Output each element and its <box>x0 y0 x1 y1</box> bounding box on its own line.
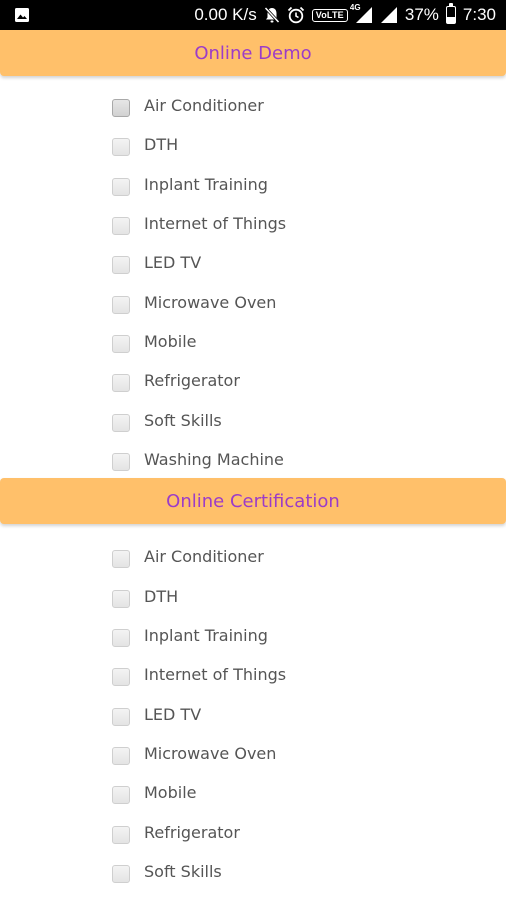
checkbox-row-inplant-training[interactable]: Inplant Training <box>112 172 268 196</box>
checkbox-row-internet-of-things[interactable]: Internet of Things <box>112 662 286 686</box>
clock: 7:30 <box>462 5 496 24</box>
network-type-label: 4G <box>349 3 361 12</box>
checkbox[interactable] <box>112 864 130 883</box>
checkbox[interactable] <box>112 334 130 353</box>
checkbox-label: Air Conditioner <box>144 546 264 566</box>
battery-icon <box>445 3 456 24</box>
checkbox-label: Internet of Things <box>144 664 287 684</box>
checkbox-label: Refrigerator <box>144 370 240 390</box>
checkbox[interactable] <box>112 137 130 156</box>
section-header-online-certification: Online Certification <box>0 478 506 524</box>
section-title: Online Demo <box>194 42 312 64</box>
checkbox[interactable] <box>112 549 130 568</box>
checkbox-label: Microwave Oven <box>144 743 277 763</box>
mute-icon <box>264 6 280 24</box>
checkbox[interactable] <box>112 255 130 274</box>
checkbox[interactable] <box>112 177 130 196</box>
checkbox-row-washing-machine[interactable]: Washing Machine <box>112 447 284 471</box>
checkbox[interactable] <box>112 452 130 471</box>
checkbox[interactable] <box>112 295 130 314</box>
checkbox-row-air-conditioner[interactable]: Air Conditioner <box>112 93 264 117</box>
checkbox-row-mobile[interactable]: Mobile <box>112 780 196 804</box>
checkbox-row-soft-skills[interactable]: Soft Skills <box>112 408 222 432</box>
checkbox[interactable] <box>112 785 130 804</box>
battery-level <box>446 17 455 23</box>
status-bar: 0.00 K/s VoLTE 4G 37% 7:30 <box>0 0 506 30</box>
checkbox[interactable] <box>112 98 130 117</box>
checkbox[interactable] <box>112 825 130 844</box>
checkbox[interactable] <box>112 413 130 432</box>
checkbox-label: DTH <box>144 134 179 154</box>
checkbox[interactable] <box>112 216 130 235</box>
battery-percent: 37% <box>404 5 439 24</box>
checkbox-row-microwave-oven[interactable]: Microwave Oven <box>112 290 276 314</box>
checkbox-label: Inplant Training <box>144 625 268 645</box>
image-icon <box>14 7 30 23</box>
checkbox-label: Washing Machine <box>144 449 284 469</box>
checkbox[interactable] <box>112 373 130 392</box>
checkbox-label: Air Conditioner <box>144 95 264 115</box>
network-speed: 0.00 K/s <box>194 5 257 24</box>
checkbox-label: Internet of Things <box>144 213 287 233</box>
checkbox-label: DTH <box>144 586 179 606</box>
signal-icon <box>380 6 398 24</box>
checkbox-row-inplant-training[interactable]: Inplant Training <box>112 623 268 647</box>
checkbox[interactable] <box>112 746 130 765</box>
alarm-icon <box>287 6 305 24</box>
checkbox-label: Soft Skills <box>144 861 222 881</box>
checkbox-row-refrigerator[interactable]: Refrigerator <box>112 368 240 392</box>
checkbox-row-dth[interactable]: DTH <box>112 132 178 156</box>
checkbox-row-mobile[interactable]: Mobile <box>112 329 196 353</box>
checkbox-row-soft-skills[interactable]: Soft Skills <box>112 859 222 883</box>
checkbox-label: Refrigerator <box>144 822 240 842</box>
checkbox-label: Soft Skills <box>144 410 222 430</box>
checkbox-row-air-conditioner[interactable]: Air Conditioner <box>112 544 264 568</box>
section-title: Online Certification <box>166 490 340 512</box>
checkbox-row-refrigerator[interactable]: Refrigerator <box>112 820 240 844</box>
checkbox[interactable] <box>112 667 130 686</box>
checkbox[interactable] <box>112 589 130 608</box>
checkbox-label: Mobile <box>144 782 197 802</box>
checkbox-row-internet-of-things[interactable]: Internet of Things <box>112 211 286 235</box>
checkbox-label: LED TV <box>144 704 202 724</box>
checkbox-label: LED TV <box>144 252 202 272</box>
checkbox-row-dth[interactable]: DTH <box>112 584 178 608</box>
checkbox-label: Inplant Training <box>144 174 268 194</box>
checkbox-row-microwave-oven[interactable]: Microwave Oven <box>112 741 276 765</box>
volte-icon: VoLTE <box>311 8 348 22</box>
checkbox-row-led-tv[interactable]: LED TV <box>112 702 201 726</box>
checkbox-label: Mobile <box>144 331 197 351</box>
checkbox[interactable] <box>112 628 130 647</box>
signal-icon: 4G <box>350 4 373 24</box>
checkbox-row-led-tv[interactable]: LED TV <box>112 250 201 274</box>
checkbox[interactable] <box>112 707 130 726</box>
checkbox-label: Microwave Oven <box>144 292 277 312</box>
section-header-online-demo: Online Demo <box>0 30 506 76</box>
